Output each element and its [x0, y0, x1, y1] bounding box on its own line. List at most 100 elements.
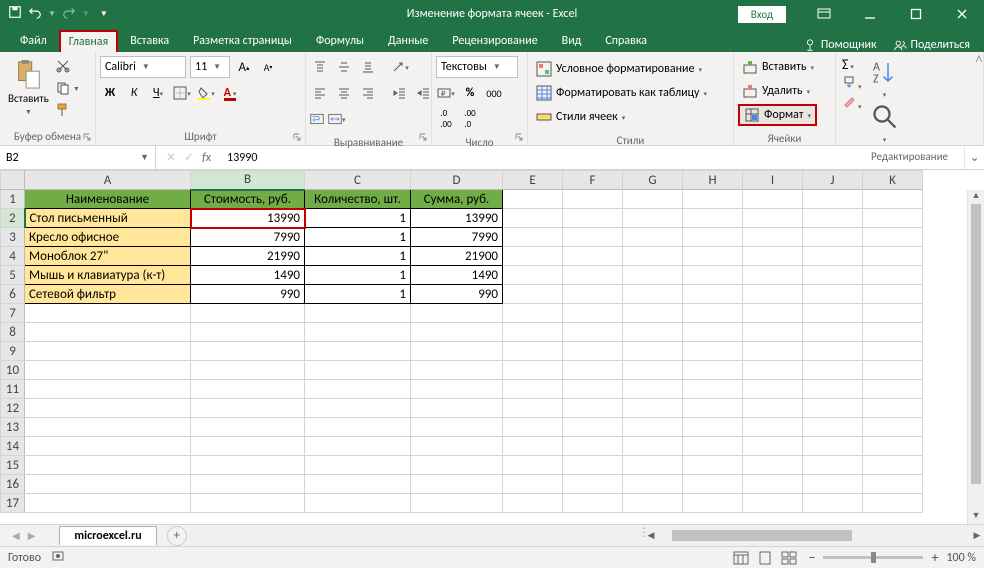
cell[interactable] — [623, 475, 683, 494]
cell[interactable] — [305, 437, 411, 456]
cell[interactable] — [503, 380, 563, 399]
column-header[interactable]: G — [623, 171, 683, 190]
cell[interactable] — [863, 380, 923, 399]
row-header[interactable]: 10 — [1, 361, 25, 380]
cell[interactable] — [623, 456, 683, 475]
tab-рецензирование[interactable]: Рецензирование — [440, 30, 549, 52]
cell[interactable] — [863, 228, 923, 247]
merge-icon[interactable]: ▾ — [328, 108, 346, 130]
cell[interactable] — [25, 418, 191, 437]
sheet-prev-icon[interactable]: ◀ — [12, 529, 20, 542]
cell-styles-button[interactable]: Стили ячеек▾ — [532, 106, 629, 128]
cell[interactable] — [563, 228, 623, 247]
cell[interactable] — [803, 190, 863, 209]
cell[interactable] — [305, 380, 411, 399]
cell[interactable] — [623, 266, 683, 285]
cell[interactable] — [623, 399, 683, 418]
login-button[interactable]: Вход — [738, 6, 786, 23]
cell[interactable] — [623, 228, 683, 247]
tab-справка[interactable]: Справка — [593, 30, 659, 52]
cell[interactable] — [683, 437, 743, 456]
cell[interactable] — [803, 342, 863, 361]
cell[interactable] — [503, 266, 563, 285]
undo-icon[interactable] — [28, 5, 42, 23]
cell[interactable] — [863, 323, 923, 342]
cell[interactable] — [683, 285, 743, 304]
column-header[interactable]: C — [305, 171, 411, 190]
cell[interactable] — [803, 247, 863, 266]
cell[interactable] — [683, 304, 743, 323]
cell[interactable] — [563, 304, 623, 323]
autosum-button[interactable]: Σ▾ — [842, 56, 862, 73]
cell[interactable] — [803, 380, 863, 399]
macro-record-icon[interactable] — [51, 549, 65, 567]
cell[interactable] — [683, 418, 743, 437]
cell[interactable] — [411, 380, 503, 399]
cell[interactable] — [411, 494, 503, 513]
row-header[interactable]: 6 — [1, 285, 25, 304]
orientation-icon[interactable]: ▾ — [390, 56, 410, 78]
cell[interactable] — [803, 323, 863, 342]
percent-icon[interactable]: % — [460, 82, 480, 104]
dialog-launcher-icon[interactable] — [291, 131, 303, 143]
increase-indent-icon[interactable] — [414, 82, 434, 104]
zoom-in-icon[interactable]: + — [931, 549, 938, 566]
cell[interactable] — [803, 304, 863, 323]
tab-вид[interactable]: Вид — [550, 30, 594, 52]
cell[interactable] — [563, 437, 623, 456]
cell[interactable]: 990 — [191, 285, 305, 304]
decrease-decimal-icon[interactable]: .00.0 — [460, 108, 480, 130]
row-header[interactable]: 12 — [1, 399, 25, 418]
maximize-button[interactable] — [894, 0, 938, 28]
align-left-icon[interactable] — [310, 82, 330, 104]
cell[interactable] — [25, 456, 191, 475]
ribbon-options-icon[interactable] — [802, 0, 846, 28]
cell[interactable] — [503, 285, 563, 304]
cell[interactable] — [25, 323, 191, 342]
cell[interactable] — [803, 399, 863, 418]
cell[interactable] — [563, 209, 623, 228]
column-header[interactable]: I — [743, 171, 803, 190]
cell[interactable] — [623, 418, 683, 437]
cell[interactable] — [863, 456, 923, 475]
fill-button[interactable]: ▾ — [842, 75, 862, 93]
delete-cells-button[interactable]: Удалить▾ — [738, 80, 814, 102]
save-icon[interactable] — [8, 5, 22, 23]
cell[interactable] — [683, 456, 743, 475]
row-header[interactable]: 11 — [1, 380, 25, 399]
cell[interactable] — [411, 475, 503, 494]
row-header[interactable]: 7 — [1, 304, 25, 323]
cell[interactable] — [191, 494, 305, 513]
row-header[interactable]: 13 — [1, 418, 25, 437]
cell[interactable] — [25, 437, 191, 456]
cell[interactable] — [743, 209, 803, 228]
cell[interactable]: Мышь и клавиатура (к-т) — [25, 266, 191, 285]
cell[interactable] — [803, 456, 863, 475]
cell[interactable] — [623, 323, 683, 342]
fill-color-button[interactable]: ▾ — [196, 82, 216, 104]
cell[interactable] — [623, 494, 683, 513]
cell[interactable] — [683, 361, 743, 380]
column-header[interactable]: E — [503, 171, 563, 190]
column-header[interactable]: F — [563, 171, 623, 190]
cell[interactable] — [743, 323, 803, 342]
cell[interactable] — [191, 323, 305, 342]
find-select-button[interactable]: ▾ — [870, 101, 900, 144]
cell[interactable] — [25, 380, 191, 399]
cell[interactable] — [503, 342, 563, 361]
cell[interactable]: 13990 — [191, 209, 305, 228]
cell[interactable]: 1 — [305, 285, 411, 304]
cell[interactable] — [411, 304, 503, 323]
zoom-level[interactable]: 100 % — [946, 551, 976, 565]
column-header[interactable]: H — [683, 171, 743, 190]
cell[interactable] — [683, 228, 743, 247]
cell[interactable] — [503, 228, 563, 247]
cell[interactable] — [411, 418, 503, 437]
cell[interactable] — [25, 304, 191, 323]
cell[interactable] — [411, 361, 503, 380]
row-header[interactable]: 17 — [1, 494, 25, 513]
cell[interactable] — [503, 437, 563, 456]
sort-filter-button[interactable]: AZ▾ — [870, 56, 900, 99]
cell[interactable] — [863, 494, 923, 513]
cell[interactable] — [191, 361, 305, 380]
